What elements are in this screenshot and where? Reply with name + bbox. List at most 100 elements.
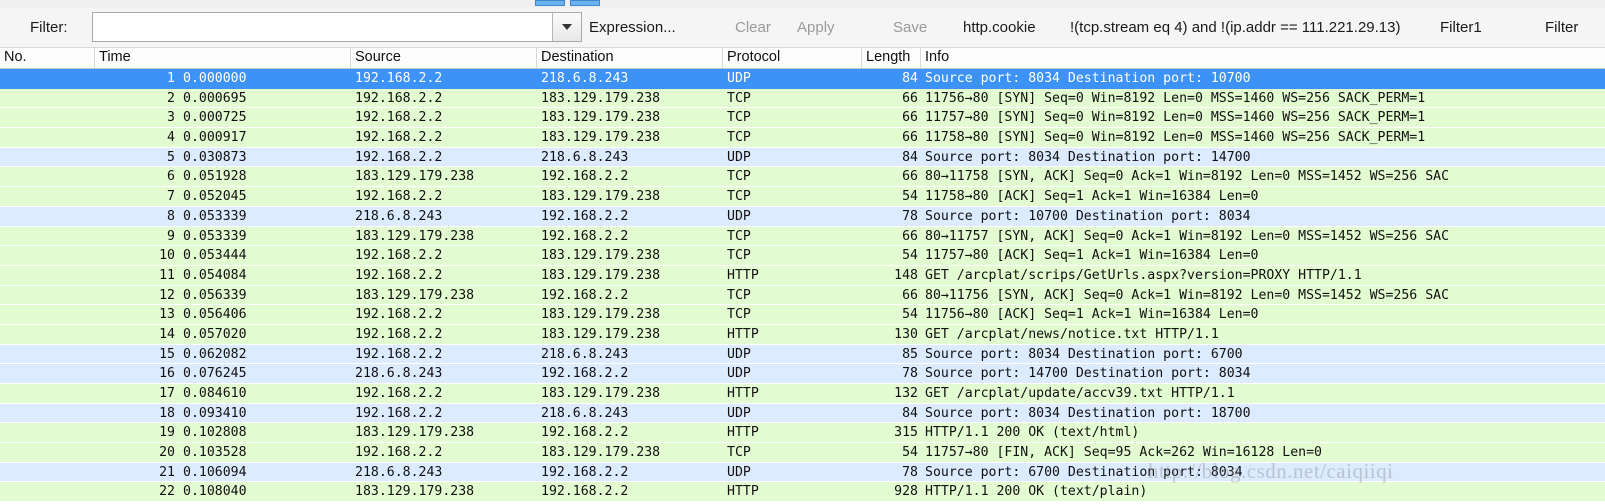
column-header-length[interactable]: Length (866, 49, 910, 65)
packet-source: 192.168.2.2 (355, 189, 443, 205)
packet-no: 16 (159, 366, 175, 382)
filter-input[interactable] (93, 13, 552, 41)
column-header-protocol[interactable]: Protocol (727, 49, 780, 65)
packet-row[interactable]: 20 0.103528 192.168.2.2 183.129.179.238 TCP 5… (0, 443, 1605, 463)
column-divider-time[interactable] (350, 48, 351, 68)
filter-bookmark-filter1[interactable]: Filter1 (1440, 19, 1482, 36)
packet-row[interactable]: 16 0.076245 218.6.8.243 192.168.2.2 UDP 78 Sou… (0, 364, 1605, 384)
packet-row[interactable]: 7 0.052045 192.168.2.2 183.129.179.238 TCP 54… (0, 187, 1605, 207)
packet-source: 192.168.2.2 (355, 346, 443, 362)
packet-source: 192.168.2.2 (355, 405, 443, 421)
filter-bookmark-filter2[interactable]: Filter (1545, 19, 1578, 36)
display-filter-bar: Filter: Expression... Clear Apply Save h… (0, 8, 1605, 48)
packet-source: 183.129.179.238 (355, 228, 475, 244)
packet-row[interactable]: 1 0.000000 192.168.2.2 218.6.8.243 UDP 84 Sour… (0, 69, 1605, 89)
packet-source: 192.168.2.2 (355, 386, 443, 401)
packet-destination: 192.168.2.2 (541, 425, 629, 441)
column-divider-protocol[interactable] (861, 48, 862, 68)
column-header-time[interactable]: Time (99, 49, 131, 65)
packet-row[interactable]: 13 0.056406 192.168.2.2 183.129.179.238 TCP 5… (0, 305, 1605, 325)
packet-time: 0.052045 (183, 189, 247, 205)
packet-row[interactable]: 22 0.108040 183.129.179.238 192.168.2.2 HTTP… (0, 482, 1605, 503)
packet-length: 148 (894, 267, 918, 283)
packet-length: 84 (902, 405, 918, 421)
filter-label: Filter: (30, 19, 68, 36)
packet-destination: 183.129.179.238 (541, 110, 661, 126)
packet-row[interactable]: 11 0.054084 192.168.2.2 183.129.179.238 HTTP… (0, 265, 1605, 286)
column-header-no[interactable]: No. (4, 49, 94, 65)
packet-row[interactable]: 5 0.030873 192.168.2.2 218.6.8.243 UDP 84 Sour… (0, 147, 1605, 168)
packet-source: 218.6.8.243 (355, 366, 443, 382)
packet-row[interactable]: 17 0.084610 192.168.2.2 183.129.179.238 HTTP… (0, 384, 1605, 404)
packet-length: 54 (902, 248, 918, 264)
packet-row[interactable]: 4 0.000917 192.168.2.2 183.129.179.238 TCP 66… (0, 128, 1605, 148)
filter-history-dropdown-button[interactable] (552, 13, 581, 41)
packet-source: 192.168.2.2 (355, 326, 443, 342)
packet-length: 85 (902, 346, 918, 362)
packet-row[interactable]: 12 0.056339 183.129.179.238 192.168.2.2 TCP 6… (0, 285, 1605, 306)
apply-button[interactable]: Apply (797, 19, 835, 36)
packet-time: 0.056339 (183, 287, 247, 303)
packet-row[interactable]: 14 0.057020 192.168.2.2 183.129.179.238 HTTP… (0, 324, 1605, 345)
packet-destination: 218.6.8.243 (541, 405, 629, 421)
toolbar-button-remnant-1[interactable] (535, 0, 565, 6)
packet-list-column-header: No. Time Source Destination Protocol Len… (0, 48, 1605, 69)
packet-no: 17 (159, 386, 175, 401)
packet-time: 0.103528 (183, 445, 247, 461)
column-divider-no[interactable] (94, 48, 95, 68)
packet-row[interactable]: 3 0.000725 192.168.2.2 183.129.179.238 TCP 66… (0, 108, 1605, 129)
packet-info: GET /arcplat/news/notice.txt HTTP/1.1 (925, 326, 1219, 342)
packet-row[interactable]: 8 0.053339 218.6.8.243 192.168.2.2 UDP 78 Sour… (0, 206, 1605, 227)
packet-no: 9 (167, 228, 175, 244)
packet-info: Source port: 8034 Destination port: 1470… (925, 149, 1251, 165)
packet-row[interactable]: 19 0.102808 183.129.179.238 192.168.2.2 HTTP… (0, 423, 1605, 444)
packet-destination: 183.129.179.238 (541, 267, 661, 283)
packet-info: 11756→80 [ACK] Seq=1 Ack=1 Win=16384 Len… (925, 307, 1259, 323)
packet-no: 7 (167, 189, 175, 205)
packet-destination: 192.168.2.2 (541, 208, 629, 224)
save-button[interactable]: Save (893, 19, 927, 36)
packet-no: 15 (159, 346, 175, 362)
packet-destination: 192.168.2.2 (541, 169, 629, 185)
packet-info: HTTP/1.1 200 OK (text/plain) (925, 484, 1148, 500)
column-divider-length[interactable] (920, 48, 921, 68)
packet-source: 183.129.179.238 (355, 484, 475, 500)
packet-source: 183.129.179.238 (355, 169, 475, 185)
column-divider-destination[interactable] (722, 48, 723, 68)
filter-bookmark-tcp-stream[interactable]: !(tcp.stream eq 4) and !(ip.addr == 111.… (1070, 19, 1400, 36)
packet-info: Source port: 14700 Destination port: 803… (925, 366, 1251, 382)
packet-row[interactable]: 6 0.051928 183.129.179.238 192.168.2.2 TCP 66… (0, 167, 1605, 188)
packet-row[interactable]: 9 0.053339 183.129.179.238 192.168.2.2 TCP 66… (0, 226, 1605, 247)
packet-length: 78 (902, 464, 918, 480)
packet-no: 19 (159, 425, 175, 441)
packet-info: 11757→80 [SYN] Seq=0 Win=8192 Len=0 MSS=… (925, 110, 1426, 126)
filter-bookmark-http-cookie[interactable]: http.cookie (963, 19, 1036, 36)
packet-info: Source port: 8034 Destination port: 1870… (925, 405, 1251, 421)
packet-length: 66 (902, 287, 918, 303)
expression-button[interactable]: Expression... (589, 19, 676, 36)
packet-row[interactable]: 10 0.053444 192.168.2.2 183.129.179.238 TCP 5… (0, 246, 1605, 266)
packet-no: 11 (159, 267, 175, 283)
column-header-source[interactable]: Source (355, 49, 401, 65)
clear-button[interactable]: Clear (735, 19, 771, 36)
packet-row[interactable]: 2 0.000695 192.168.2.2 183.129.179.238 TCP 66… (0, 88, 1605, 109)
packet-info: 11758→80 [SYN] Seq=0 Win=8192 Len=0 MSS=… (925, 130, 1426, 146)
filter-input-wrapper[interactable] (92, 12, 582, 42)
packet-destination: 183.129.179.238 (541, 307, 661, 323)
column-header-info[interactable]: Info (925, 49, 949, 65)
packet-length: 84 (902, 71, 918, 86)
packet-time: 0.053444 (183, 248, 247, 264)
packet-length: 132 (894, 386, 918, 401)
column-header-destination[interactable]: Destination (541, 49, 614, 65)
packet-length: 928 (894, 484, 918, 500)
packet-list-pane[interactable]: No. Time Source Destination Protocol Len… (0, 48, 1605, 504)
packet-row[interactable]: 15 0.062082 192.168.2.2 218.6.8.243 UDP 85 Sou… (0, 344, 1605, 365)
packet-row[interactable]: 21 0.106094 218.6.8.243 192.168.2.2 UDP 78 Sou… (0, 462, 1605, 483)
column-divider-source[interactable] (536, 48, 537, 68)
packet-info: 80→11758 [SYN, ACK] Seq=0 Ack=1 Win=8192… (925, 169, 1450, 185)
packet-time: 0.000725 (183, 110, 247, 126)
packet-time: 0.084610 (183, 386, 247, 401)
toolbar-button-remnant-2[interactable] (570, 0, 600, 6)
packet-row[interactable]: 18 0.093410 192.168.2.2 218.6.8.243 UDP 84 Sou… (0, 403, 1605, 424)
packet-source: 192.168.2.2 (355, 248, 443, 264)
